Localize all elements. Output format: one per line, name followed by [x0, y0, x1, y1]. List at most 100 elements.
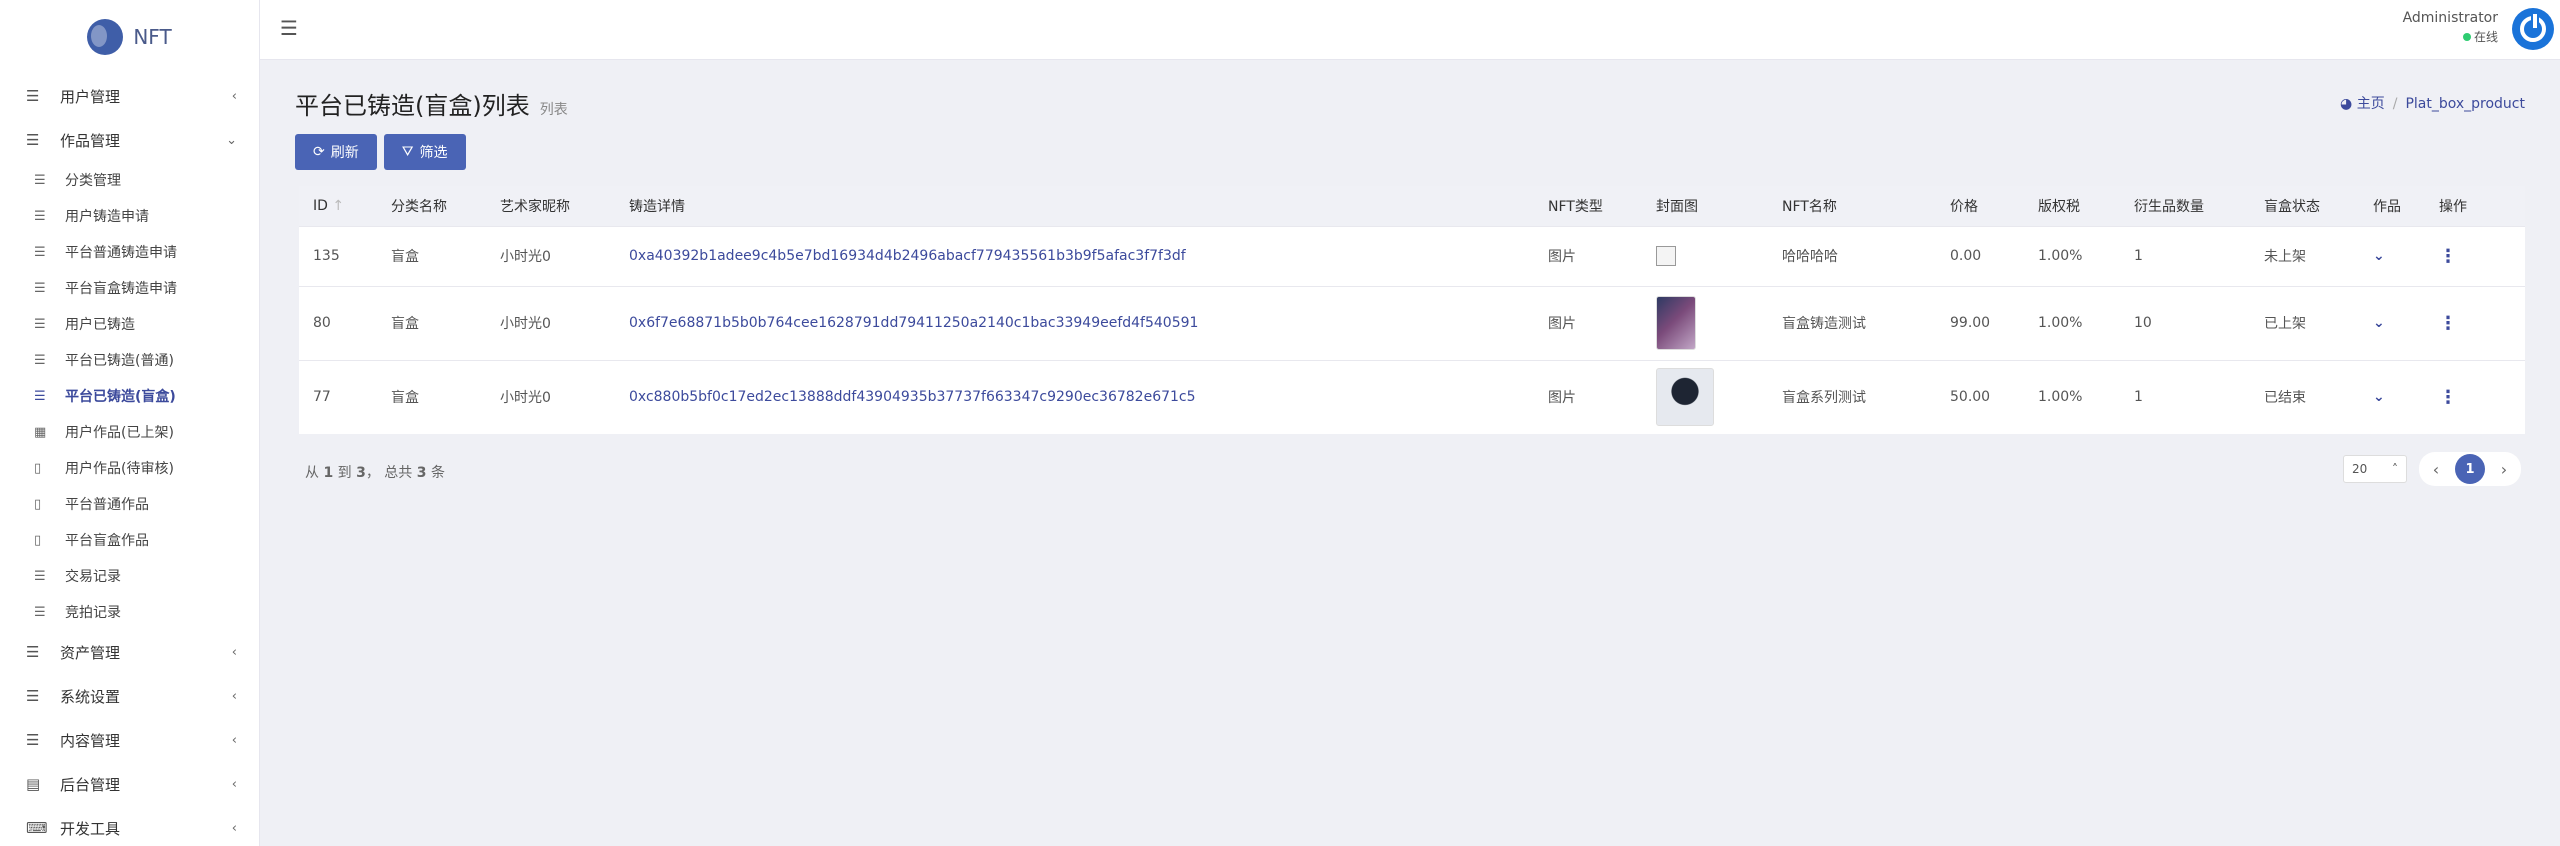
- cell-type: 图片: [1534, 285, 1642, 360]
- cell-cover: [1642, 225, 1768, 286]
- col-category: 分类名称: [391, 198, 447, 215]
- sidebar-group-assets[interactable]: ☰ 资产管理 ‹: [0, 630, 259, 674]
- chevron-left-icon: ‹: [231, 88, 237, 104]
- list-icon: ☰: [34, 208, 46, 224]
- prev-page-button[interactable]: ‹: [2423, 455, 2449, 483]
- sidebar-nav: ☰ 用户管理 ‹ ☰ 作品管理 ⌄ ☰ 分类管理 ☰ 用户铸造申请 ☰ 平台普通铸造申…: [0, 74, 259, 846]
- expand-chevron-icon[interactable]: ⌄: [2373, 315, 2385, 331]
- expand-chevron-icon[interactable]: ⌄: [2373, 248, 2385, 264]
- sidebar-item-plat-minted-box[interactable]: ☰ 平台已铸造(盲盒): [0, 378, 259, 414]
- cell-works: ⌄: [2359, 225, 2425, 286]
- table-header-row: ID ↑ 分类名称 艺术家昵称 铸造详情 NFT类型 封面图 NFT名称 价格 …: [299, 186, 2525, 226]
- sidebar-item-label: 平台已铸造(普通): [65, 353, 174, 369]
- sidebar-group-content[interactable]: ☰ 内容管理 ‹: [0, 718, 259, 762]
- user-name: Administrator: [2402, 10, 2498, 26]
- more-actions-icon[interactable]: ⋮: [2439, 246, 2457, 267]
- col-price: 价格: [1950, 198, 1978, 215]
- sidebar-group-user[interactable]: ☰ 用户管理 ‹: [0, 74, 259, 118]
- toolbar: ⟳ 刷新 ⛛ 筛选: [295, 134, 2525, 170]
- sidebar-item-plat-box-works[interactable]: ▯ 平台盲盒作品: [0, 522, 259, 558]
- expand-chevron-icon[interactable]: ⌄: [2373, 389, 2385, 405]
- list-icon: ☰: [26, 731, 40, 749]
- col-id[interactable]: ID ↑: [299, 186, 377, 226]
- sidebar-item-label: 平台盲盒作品: [65, 533, 149, 549]
- cell-actions: ⋮: [2425, 285, 2525, 360]
- cell-status: 已上架: [2250, 285, 2359, 360]
- avatar[interactable]: [2512, 8, 2554, 50]
- list-icon: ☰: [34, 604, 46, 620]
- page-1-button[interactable]: 1: [2455, 454, 2485, 484]
- online-dot-icon: [2462, 33, 2471, 41]
- list-icon: ☰: [34, 280, 46, 296]
- cell-type: 图片: [1534, 359, 1642, 434]
- refresh-button[interactable]: ⟳ 刷新: [295, 134, 377, 170]
- cell-detail-link[interactable]: 0xa40392b1adee9c4b5e7bd16934d4b2496abacf…: [615, 225, 1534, 286]
- menu-toggle-icon[interactable]: ☰: [280, 16, 298, 40]
- page-size-select[interactable]: 20 ˄: [2343, 455, 2407, 483]
- breadcrumb-current[interactable]: Plat_box_product: [2405, 96, 2525, 112]
- cell-name: 盲盒铸造测试: [1768, 285, 1936, 360]
- cell-artist: 小时光0: [486, 359, 615, 434]
- breadcrumb: ◕ 主页 / Plat_box_product: [2340, 93, 2525, 113]
- list-icon: ☰: [26, 131, 40, 149]
- cell-tax: 1.00%: [2024, 359, 2120, 434]
- col-label: ID: [313, 197, 328, 214]
- refresh-icon: ⟳: [313, 144, 325, 160]
- page-size-value: 20: [2352, 462, 2368, 476]
- chevron-left-icon: ‹: [231, 776, 237, 792]
- list-icon: ☰: [34, 388, 46, 404]
- sidebar-item-trade-records[interactable]: ☰ 交易记录: [0, 558, 259, 594]
- list-icon: ☰: [26, 643, 40, 661]
- more-actions-icon[interactable]: ⋮: [2439, 387, 2457, 408]
- sidebar-item-user-works-pending[interactable]: ▯ 用户作品(待审核): [0, 450, 259, 486]
- next-page-button[interactable]: ›: [2491, 455, 2517, 483]
- pagination-info: 从 1 到 3， 总共 3 条: [305, 465, 445, 481]
- cell-works: ⌄: [2359, 285, 2425, 360]
- sidebar-item-user-minted[interactable]: ☰ 用户已铸造: [0, 306, 259, 342]
- col-actions: 操作: [2439, 198, 2467, 215]
- col-derivatives: 衍生品数量: [2134, 198, 2204, 215]
- sidebar-group-devtools[interactable]: ⌨ 开发工具 ‹: [0, 806, 259, 846]
- cell-detail-link[interactable]: 0x6f7e68871b5b0b764cee1628791dd79411250a…: [615, 285, 1534, 360]
- more-actions-icon[interactable]: ⋮: [2439, 313, 2457, 334]
- cover-thumbnail[interactable]: [1656, 368, 1714, 427]
- col-cover: 封面图: [1656, 198, 1698, 215]
- sidebar-item-category[interactable]: ☰ 分类管理: [0, 162, 259, 198]
- user-info[interactable]: Administrator 在线: [2403, 10, 2498, 45]
- sidebar-group-system[interactable]: ☰ 系统设置 ‹: [0, 674, 259, 718]
- file-icon: ▯: [34, 496, 42, 512]
- table-row: 80 盲盒 小时光0 0x6f7e68871b5b0b764cee1628791…: [299, 285, 2525, 360]
- cell-price: 99.00: [1936, 285, 2024, 360]
- filter-button[interactable]: ⛛ 筛选: [383, 134, 466, 170]
- sidebar-item-plat-normal-apply[interactable]: ☰ 平台普通铸造申请: [0, 234, 259, 270]
- page-title: 平台已铸造(盲盒)列表: [295, 91, 530, 120]
- sidebar-group-backend[interactable]: ▤ 后台管理 ‹: [0, 762, 259, 806]
- sidebar-item-plat-normal-works[interactable]: ▯ 平台普通作品: [0, 486, 259, 522]
- chevron-left-icon: ‹: [231, 732, 237, 748]
- cell-category: 盲盒: [377, 359, 486, 434]
- cell-cover: [1642, 285, 1768, 360]
- chevron-down-icon: ⌄: [226, 132, 237, 148]
- cell-artist: 小时光0: [486, 285, 615, 360]
- sidebar-item-plat-box-apply[interactable]: ☰ 平台盲盒铸造申请: [0, 270, 259, 306]
- sidebar-item-user-mint-apply[interactable]: ☰ 用户铸造申请: [0, 198, 259, 234]
- sidebar-item-label: 平台普通作品: [65, 497, 149, 513]
- sidebar-item-user-works-listed[interactable]: ▦ 用户作品(已上架): [0, 414, 259, 450]
- sidebar-item-plat-minted-normal[interactable]: ☰ 平台已铸造(普通): [0, 342, 259, 378]
- sidebar-group-label: 开发工具: [60, 819, 121, 838]
- keyboard-icon: ⌨: [26, 819, 48, 837]
- list-icon: ☰: [34, 316, 46, 332]
- sidebar-group-works[interactable]: ☰ 作品管理 ⌄: [0, 118, 259, 162]
- chevron-up-icon: ˄: [2392, 462, 2398, 476]
- broken-image-icon[interactable]: [1656, 246, 1676, 266]
- cell-detail-link[interactable]: 0xc880b5bf0c17ed2ec13888ddf43904935b3773…: [615, 359, 1534, 434]
- sidebar-item-label: 用户作品(已上架): [65, 425, 174, 441]
- cover-thumbnail[interactable]: [1656, 296, 1696, 350]
- breadcrumb-home[interactable]: 主页: [2357, 96, 2385, 112]
- app-logo[interactable]: NFT: [0, 0, 259, 74]
- page-header: 平台已铸造(盲盒)列表 列表 ◕ 主页 / Plat_box_product: [295, 60, 2525, 134]
- refresh-label: 刷新: [330, 145, 359, 161]
- col-works: 作品: [2373, 198, 2401, 215]
- sidebar-item-label: 平台普通铸造申请: [65, 245, 177, 261]
- sidebar-item-auction-records[interactable]: ☰ 竞拍记录: [0, 594, 259, 630]
